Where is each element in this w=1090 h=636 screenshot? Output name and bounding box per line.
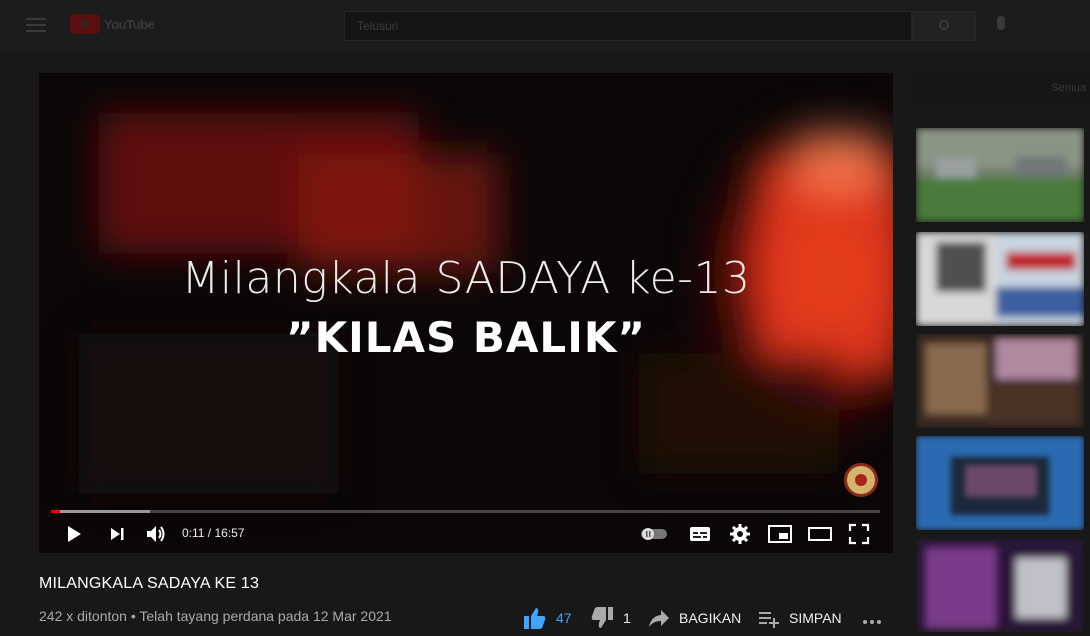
thumbs-down-icon [591, 607, 613, 628]
search-button[interactable] [912, 11, 976, 41]
share-button[interactable]: BAGIKAN [647, 604, 741, 632]
video-title: MILANGKALA SADAYA KE 13 [39, 575, 260, 592]
thumbs-up-icon [524, 608, 546, 629]
related-video-thumbnail[interactable] [916, 128, 1084, 222]
channel-watermark-logo[interactable] [844, 463, 878, 497]
microphone-icon[interactable] [997, 16, 1005, 30]
player-controls: 0:11 / 16:57 [39, 515, 893, 553]
volume-icon[interactable] [144, 523, 168, 545]
theater-mode-icon[interactable] [807, 523, 833, 545]
menu-icon[interactable] [26, 18, 46, 32]
related-video-thumbnail[interactable] [916, 538, 1084, 632]
progress-played [51, 510, 61, 513]
save-button[interactable]: SIMPAN [757, 604, 842, 632]
video-meta: 242 x ditonton • Telah tayang perdana pa… [39, 608, 392, 624]
next-icon[interactable] [106, 523, 128, 545]
share-icon [649, 610, 669, 627]
play-icon[interactable] [63, 523, 85, 545]
related-video-thumbnail[interactable] [916, 232, 1084, 326]
progress-loaded [51, 510, 151, 513]
autoplay-toggle-icon[interactable] [639, 523, 669, 545]
video-overlay-title: Milangkala SADAYA ke-13 [181, 253, 751, 304]
miniplayer-icon[interactable] [767, 523, 793, 545]
youtube-logo-icon [70, 14, 100, 34]
search-icon [939, 20, 949, 30]
related-video-thumbnail[interactable] [916, 436, 1084, 530]
related-videos-sidebar: Semua [912, 52, 1090, 636]
fullscreen-icon[interactable] [848, 523, 870, 545]
like-button[interactable]: 47 [522, 604, 572, 632]
progress-bar[interactable] [51, 510, 880, 513]
video-overlay-subtitle: ”KILAS BALIK” [286, 313, 646, 362]
filter-chip-row: Semua [912, 70, 1090, 106]
subtitles-icon[interactable] [689, 523, 711, 545]
filter-chip[interactable]: Semua [1051, 82, 1086, 94]
youtube-logo[interactable]: YouTube [70, 14, 155, 34]
playlist-add-icon [759, 612, 779, 628]
top-bar: YouTube Telusuri [0, 0, 1090, 52]
search-input[interactable]: Telusuri [344, 11, 912, 41]
video-player[interactable]: Milangkala SADAYA ke-13 ”KILAS BALIK” 0:… [39, 73, 893, 553]
related-video-thumbnail[interactable] [916, 334, 1084, 428]
time-display: 0:11 / 16:57 [182, 526, 245, 540]
dislike-button[interactable]: 1 [589, 604, 631, 632]
more-actions-button[interactable] [860, 604, 884, 632]
more-horizontal-icon [863, 620, 881, 624]
settings-icon[interactable] [729, 523, 751, 545]
